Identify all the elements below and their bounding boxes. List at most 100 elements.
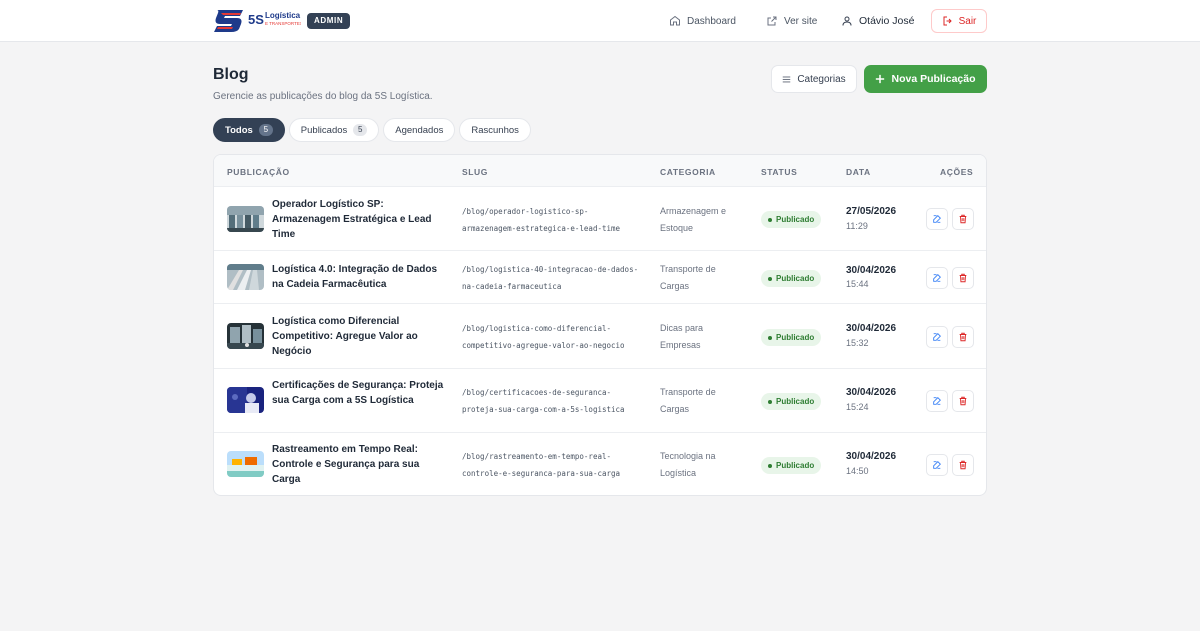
nav-view-site-link[interactable]: Ver site xyxy=(766,13,817,29)
status-badge: Publicado xyxy=(761,393,822,410)
status-text: Publicado xyxy=(776,215,815,224)
post-category: Dicas para Empresas xyxy=(660,323,704,350)
list-icon xyxy=(783,76,791,82)
status-text: Publicado xyxy=(776,461,815,470)
admin-badge: ADMIN xyxy=(307,13,351,29)
tab-agendados[interactable]: Agendados xyxy=(383,118,456,142)
post-thumbnail xyxy=(227,264,264,290)
status-text: Publicado xyxy=(776,397,815,406)
logout-label: Sair xyxy=(958,15,977,27)
tab-label: Publicados xyxy=(300,124,348,136)
new-post-button[interactable]: Nova Publicação xyxy=(864,65,987,93)
edit-button[interactable] xyxy=(926,267,948,289)
tab-todos[interactable]: Todos 5 xyxy=(213,118,285,142)
post-category: Tecnologia na Logística xyxy=(660,451,716,478)
edit-icon xyxy=(933,333,941,341)
post-title[interactable]: Operador Logístico SP: Armazenagem Estra… xyxy=(272,197,444,242)
delete-button[interactable] xyxy=(952,326,974,348)
post-thumbnail xyxy=(227,323,264,349)
edit-icon xyxy=(933,274,941,282)
status-dot xyxy=(768,463,772,468)
edit-button[interactable] xyxy=(926,208,948,230)
user-icon xyxy=(842,16,852,26)
post-time: 15:32 xyxy=(846,338,869,348)
edit-button[interactable] xyxy=(926,454,948,476)
post-title[interactable]: Logística como Diferencial Competitivo: … xyxy=(272,314,444,359)
table-header: PUBLICAÇÃO SLUG CATEGORIA STATUS DATA AÇ… xyxy=(214,155,986,187)
edit-button[interactable] xyxy=(926,390,948,412)
column-header-actions: AÇÕES xyxy=(940,167,974,177)
table-row[interactable]: Logística como Diferencial Competitivo: … xyxy=(214,304,986,369)
user-name: Otávio José xyxy=(859,15,915,27)
status-dot xyxy=(768,399,772,404)
post-slug: /blog/rastreamento-em-tempo-real-control… xyxy=(462,452,621,478)
post-date: 27/05/2026 xyxy=(846,206,897,217)
table-row[interactable]: Operador Logístico SP: Armazenagem Estra… xyxy=(214,187,986,251)
post-category: Transporte de Cargas xyxy=(660,264,716,291)
post-slug: /blog/logistica-como-diferencial-competi… xyxy=(462,324,625,350)
status-text: Publicado xyxy=(776,333,815,342)
status-badge: Publicado xyxy=(761,457,822,474)
page-subtitle: Gerencie as publicações do blog da 5S Lo… xyxy=(213,91,433,102)
trash-icon xyxy=(959,460,967,470)
post-thumbnail xyxy=(227,451,264,477)
delete-button[interactable] xyxy=(952,454,974,476)
post-category: Armazenagem e Estoque xyxy=(660,206,727,233)
status-text: Publicado xyxy=(776,274,815,283)
status-dot xyxy=(768,276,772,281)
company-logo[interactable]: 5S Logística E TRANSPORTES xyxy=(213,6,303,34)
user-menu[interactable]: Otávio José xyxy=(841,13,914,29)
edit-icon xyxy=(933,215,941,223)
edit-button[interactable] xyxy=(926,326,948,348)
trash-icon xyxy=(959,273,967,283)
trash-icon xyxy=(959,396,967,406)
table-row[interactable]: Rastreamento em Tempo Real: Controle e S… xyxy=(214,433,986,495)
post-thumbnail xyxy=(227,387,264,413)
categories-button[interactable]: Categorias xyxy=(771,65,857,93)
delete-button[interactable] xyxy=(952,390,974,412)
nav-dashboard-link[interactable]: Dashboard xyxy=(669,13,736,29)
home-icon xyxy=(670,15,680,26)
status-badge: Publicado xyxy=(761,329,822,346)
edit-icon xyxy=(933,397,941,405)
status-dot xyxy=(768,335,772,340)
plus-icon xyxy=(876,74,885,84)
tab-label: Rascunhos xyxy=(471,124,519,136)
tab-count: 5 xyxy=(353,124,368,136)
delete-button[interactable] xyxy=(952,267,974,289)
table-row[interactable]: Certificações de Segurança: Proteja sua … xyxy=(214,369,986,433)
new-post-label: Nova Publicação xyxy=(891,73,976,85)
tab-label: Agendados xyxy=(395,124,444,136)
post-date: 30/04/2026 xyxy=(846,323,897,334)
logout-icon xyxy=(943,16,952,26)
tab-label: Todos xyxy=(225,124,253,136)
status-badge: Publicado xyxy=(761,211,822,228)
tab-publicados[interactable]: Publicados 5 xyxy=(288,118,380,142)
column-header-publication: PUBLICAÇÃO xyxy=(227,167,290,177)
tab-count: 5 xyxy=(258,124,273,136)
external-link-icon xyxy=(767,16,777,26)
post-category: Transporte de Cargas xyxy=(660,387,716,414)
top-navbar: 5S Logística E TRANSPORTES ADMIN Dashboa… xyxy=(0,0,1200,42)
post-title[interactable]: Certificações de Segurança: Proteja sua … xyxy=(272,378,444,408)
filter-tabs: Todos 5 Publicados 5 Agendados Rascunhos xyxy=(213,118,531,142)
logout-button[interactable]: Sair xyxy=(931,9,987,33)
post-title[interactable]: Rastreamento em Tempo Real: Controle e S… xyxy=(272,442,444,487)
delete-button[interactable] xyxy=(952,208,974,230)
svg-text:E TRANSPORTES: E TRANSPORTES xyxy=(265,21,301,26)
column-header-status: STATUS xyxy=(761,167,798,177)
post-date: 30/04/2026 xyxy=(846,451,897,462)
post-slug: /blog/logistica-40-integracao-de-dados-n… xyxy=(462,265,639,291)
post-thumbnail xyxy=(227,206,264,232)
post-time: 15:44 xyxy=(846,279,869,289)
status-badge: Publicado xyxy=(761,270,822,287)
nav-dashboard-label: Dashboard xyxy=(687,15,736,27)
svg-text:5S: 5S xyxy=(248,12,264,27)
post-date: 30/04/2026 xyxy=(846,387,897,398)
tab-rascunhos[interactable]: Rascunhos xyxy=(459,118,531,142)
trash-icon xyxy=(959,332,967,342)
table-row[interactable]: Logística 4.0: Integração de Dados na Ca… xyxy=(214,251,986,304)
page-title: Blog xyxy=(213,66,249,83)
post-title[interactable]: Logística 4.0: Integração de Dados na Ca… xyxy=(272,262,444,292)
column-header-category: CATEGORIA xyxy=(660,167,716,177)
